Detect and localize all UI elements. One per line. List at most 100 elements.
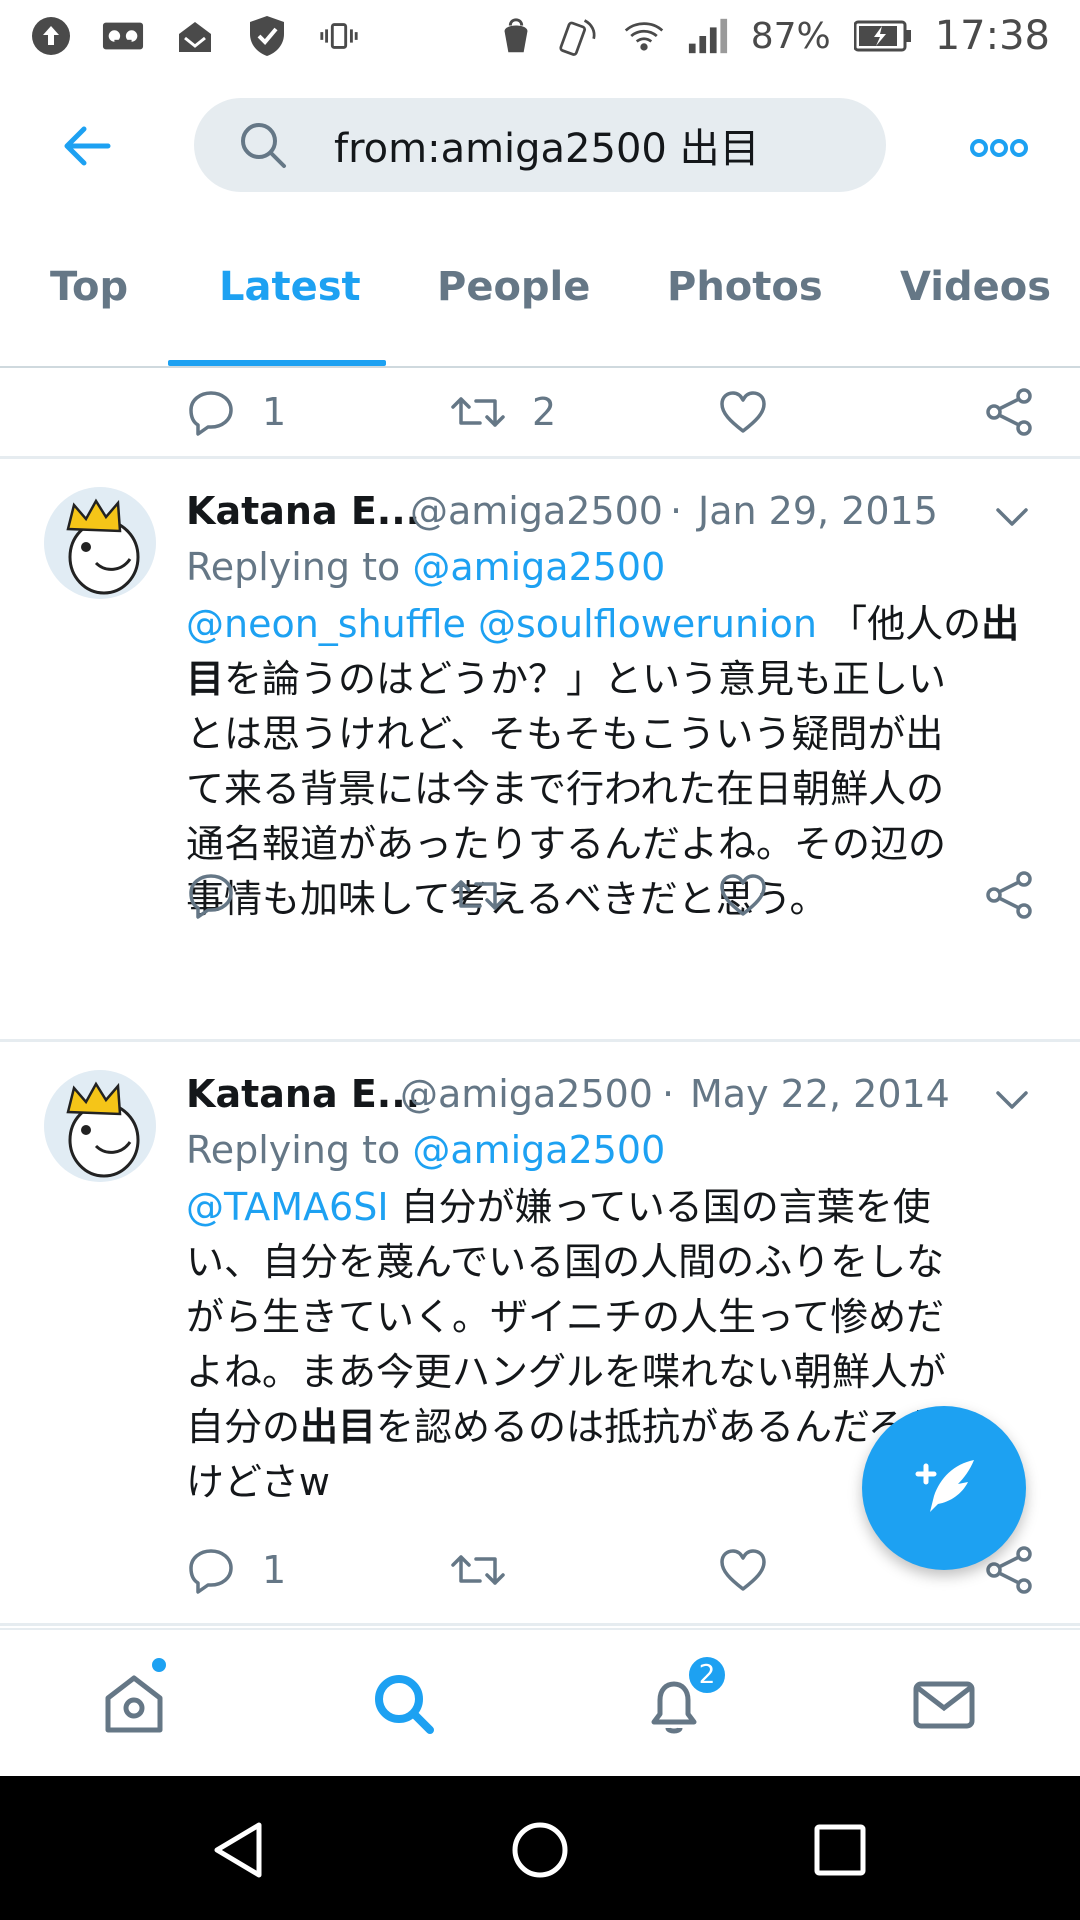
system-home-button[interactable] xyxy=(500,1810,580,1890)
highlighted-term: 出目 xyxy=(300,1405,377,1449)
avatar[interactable] xyxy=(44,487,156,599)
replying-to: Replying to @amiga2500 xyxy=(186,1128,665,1172)
share-button[interactable] xyxy=(984,865,1034,925)
mention-link[interactable]: @neon_shuffle @soulflowerunion xyxy=(186,602,817,646)
heart-icon xyxy=(720,874,766,916)
battery-percent: 87% xyxy=(750,15,831,57)
upload-icon xyxy=(30,15,72,57)
mention-link[interactable]: @TAMA6SI xyxy=(186,1185,389,1229)
avatar[interactable] xyxy=(44,1070,156,1182)
tweet-date[interactable]: May 22, 2014 xyxy=(690,1072,950,1116)
tweet-text-segment: 「他人の xyxy=(816,602,982,646)
display-name[interactable]: Katana E... xyxy=(186,489,420,533)
tweet-header: Katana E... @amiga2500 · May 22, 2014 xyxy=(186,1072,1046,1122)
like-button[interactable] xyxy=(718,1540,768,1600)
share-button[interactable] xyxy=(984,382,1034,442)
retweet-count: 2 xyxy=(532,390,557,434)
tweet-header: Katana E... @amiga2500 · Jan 29, 2015 xyxy=(186,489,1046,539)
separator-dot: · xyxy=(670,489,683,533)
square-recents-icon xyxy=(814,1824,866,1876)
tab-videos[interactable]: Videos xyxy=(900,264,1051,364)
battery-icon xyxy=(853,15,913,57)
tweet-line: 目を論うのはどうか？」という意見も正しい xyxy=(186,652,1036,707)
reply-count: 1 xyxy=(262,1548,287,1592)
reply-button[interactable] xyxy=(186,865,236,925)
tweet-line: い、自分を蔑んでいる国の人間のふりをしな xyxy=(186,1240,945,1284)
tweet-text-segment: 自分の xyxy=(186,1405,301,1449)
tweet-text-segment: 自分が嫌っている国の言葉を使 xyxy=(388,1185,931,1229)
tab-photos[interactable]: Photos xyxy=(667,264,823,364)
chevron-down-icon[interactable] xyxy=(990,1078,1034,1122)
status-bar-left xyxy=(30,15,360,57)
search-query: from:amiga2500 出目 xyxy=(334,126,760,172)
reply-button[interactable]: 1 xyxy=(186,1540,286,1600)
tab-top[interactable]: Top xyxy=(50,264,128,364)
display-name[interactable]: Katana E... xyxy=(186,1072,420,1116)
nav-messages[interactable] xyxy=(902,1662,986,1746)
inbox-icon xyxy=(174,15,216,57)
nav-search[interactable] xyxy=(362,1662,446,1746)
wifi-icon xyxy=(623,15,665,57)
back-button[interactable] xyxy=(52,116,122,176)
tweet-line: がら生きていく。ザイニチの人生って惨めだ xyxy=(186,1295,945,1339)
tweet-line: て来る背景には今まで行われた在日朝鮮人の xyxy=(186,767,945,811)
compose-tweet-button[interactable] xyxy=(862,1406,1026,1570)
tweet[interactable]: Katana E... @amiga2500 · Jan 29, 2015 Re… xyxy=(0,459,1080,949)
reply-icon xyxy=(189,874,233,919)
share-icon xyxy=(986,871,1032,919)
system-recents-button[interactable] xyxy=(800,1810,880,1890)
vibrate-icon xyxy=(318,15,360,57)
retweet-button[interactable] xyxy=(450,865,506,925)
reply-button[interactable]: 1 xyxy=(186,382,286,442)
search-input[interactable]: from:amiga2500 出目 xyxy=(194,98,886,192)
share-icon xyxy=(986,388,1032,436)
shield-icon xyxy=(246,15,288,57)
system-back-button[interactable] xyxy=(200,1810,280,1890)
user-handle[interactable]: @amiga2500 xyxy=(400,1072,653,1116)
replying-to-mention[interactable]: @amiga2500 xyxy=(412,1128,665,1172)
tweet-line: 通名報道があったりするんだよね。その辺の xyxy=(186,822,947,866)
retweet-button[interactable]: 2 xyxy=(450,382,556,442)
back-arrow-icon xyxy=(64,126,111,166)
search-icon xyxy=(241,123,286,168)
nav-home[interactable] xyxy=(92,1662,176,1746)
tweet-date[interactable]: Jan 29, 2015 xyxy=(698,489,938,533)
heart-icon xyxy=(720,1549,766,1591)
tweet-actions: 1 2 xyxy=(0,382,1080,442)
like-button[interactable] xyxy=(718,865,768,925)
user-handle[interactable]: @amiga2500 xyxy=(410,489,663,533)
separator-dot: · xyxy=(662,1072,675,1116)
status-bar: 87% 17:38 xyxy=(0,0,1080,72)
circle-home-icon xyxy=(512,1822,568,1878)
reply-icon xyxy=(189,1549,233,1594)
replying-to-label: Replying to xyxy=(186,545,413,589)
tab-latest[interactable]: Latest xyxy=(219,264,361,364)
divider xyxy=(0,1623,1080,1626)
tweet-line: @neon_shuffle @soulflowerunion 「他人の出 xyxy=(186,597,1036,652)
chevron-down-icon[interactable] xyxy=(990,495,1034,539)
reply-count: 1 xyxy=(262,390,287,434)
replying-to-label: Replying to xyxy=(186,1128,413,1172)
tweet-line: よね。まあ今更ハングルを喋れない朝鮮人が xyxy=(186,1350,947,1394)
search-icon xyxy=(375,1675,434,1734)
new-content-dot xyxy=(150,1656,168,1674)
retweet-button[interactable] xyxy=(450,1540,506,1600)
highlighted-term: 出 xyxy=(981,602,1020,646)
avatar-image xyxy=(44,487,156,599)
signal-icon xyxy=(687,15,729,57)
notification-badge: 2 xyxy=(686,1654,728,1696)
mail-icon xyxy=(913,1681,975,1729)
like-button[interactable] xyxy=(718,382,768,442)
tab-people[interactable]: People xyxy=(437,264,590,364)
replying-to-mention[interactable]: @amiga2500 xyxy=(412,545,665,589)
avatar-image xyxy=(44,1070,156,1182)
home-icon xyxy=(105,1675,163,1733)
retweet-icon xyxy=(451,880,505,910)
heart-icon xyxy=(720,391,766,433)
bottom-navigation: 2 xyxy=(0,1628,1080,1776)
triangle-back-icon xyxy=(214,1822,262,1878)
retweet-icon xyxy=(451,397,505,427)
status-bar-right: 87% 17:38 xyxy=(495,13,1050,59)
more-options-button[interactable] xyxy=(964,128,1034,168)
reply-icon xyxy=(189,391,233,436)
